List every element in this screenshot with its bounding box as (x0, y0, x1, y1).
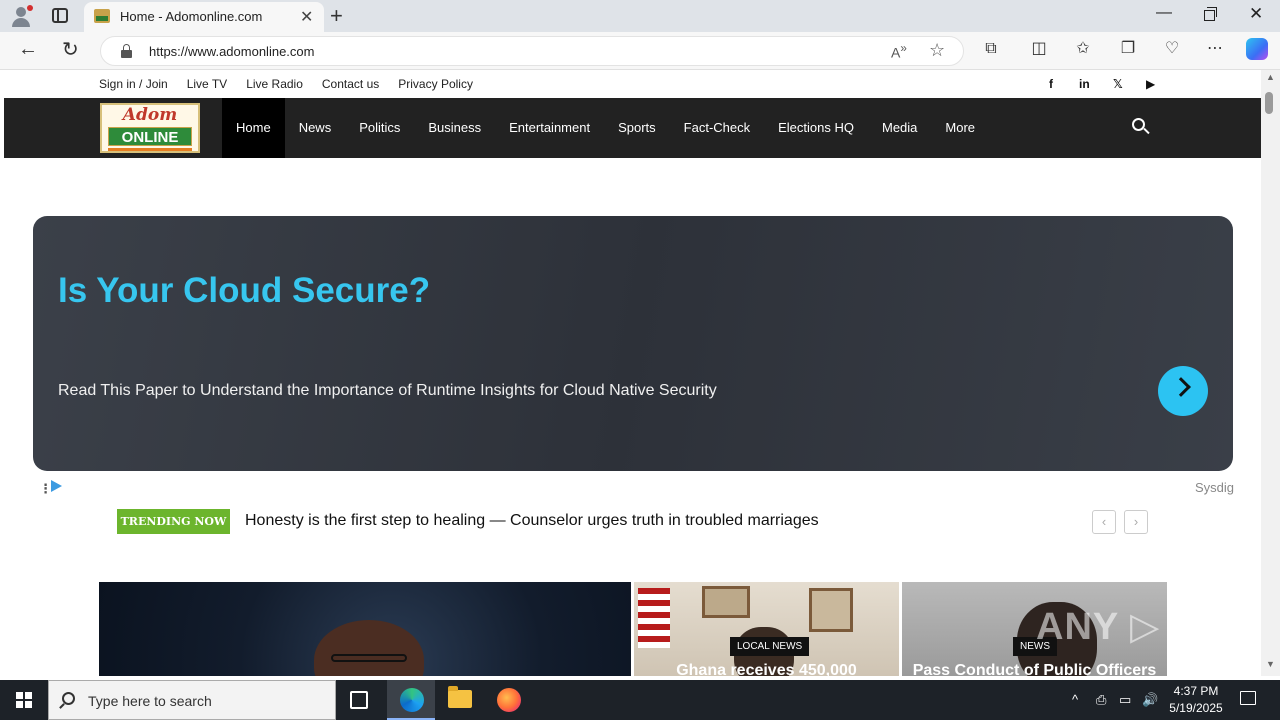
taskbar-clock[interactable]: 4:37 PM 5/19/2025 (1165, 683, 1227, 717)
trending-label: TRENDING NOW (117, 509, 230, 534)
site-logo[interactable]: Adom ONLINE (100, 103, 200, 153)
volume-icon[interactable]: 🔊 (1142, 692, 1158, 708)
edge-icon (400, 688, 424, 712)
ad-body: Read This Paper to Understand the Import… (58, 382, 717, 399)
address-toolbar: ← ↻ https://www.adomonline.com A» ☆ ⧉ ◫ … (0, 32, 1280, 70)
window-close-icon[interactable]: ✕ (1249, 4, 1263, 24)
main-navigation: Adom ONLINE Home News Politics Business … (4, 98, 1261, 158)
nav-item-news[interactable]: News (285, 98, 346, 158)
reload-icon[interactable]: ↻ (62, 37, 79, 62)
nav-item-fact-check[interactable]: Fact-Check (670, 98, 764, 158)
taskbar-search-placeholder: Type here to search (88, 693, 212, 709)
tab-title: Home - Adomonline.com (120, 9, 263, 24)
youtube-icon[interactable]: ▶ (1146, 77, 1155, 91)
search-icon[interactable] (1132, 118, 1152, 138)
trending-next-button[interactable]: › (1124, 510, 1148, 534)
site-top-bar: Sign in / Join Live TV Live Radio Contac… (4, 70, 1261, 98)
linkedin-icon[interactable]: in (1079, 77, 1090, 91)
ad-choices-icon[interactable] (51, 480, 62, 492)
trending-headline[interactable]: Honesty is the first step to healing — C… (245, 512, 819, 530)
x-icon[interactable]: 𝕏 (1113, 77, 1123, 91)
privacy-policy-link[interactable]: Privacy Policy (398, 77, 473, 91)
ad-title: Is Your Cloud Secure? (58, 271, 431, 310)
nav-items: Home News Politics Business Entertainmen… (222, 98, 989, 158)
network-icon[interactable]: ▭ (1119, 692, 1131, 708)
address-bar[interactable]: https://www.adomonline.com A» ☆ (100, 36, 964, 66)
read-aloud-icon[interactable]: A» (891, 42, 907, 61)
page-scrollbar[interactable]: ▲ ▼ (1261, 70, 1280, 676)
favorite-icon[interactable]: ☆ (929, 40, 945, 61)
trending-prev-button[interactable]: ‹ (1092, 510, 1116, 534)
taskbar: Type here to search ^ ⎙ ▭ 🔊 4:37 PM 5/19… (0, 680, 1280, 720)
category-badge[interactable]: LOCAL NEWS (730, 637, 810, 656)
browser-tab[interactable]: Home - Adomonline.com ✕ (84, 2, 324, 32)
restore-icon[interactable] (1204, 7, 1217, 21)
chevron-right-icon (1171, 377, 1191, 397)
minimize-icon[interactable]: — (1156, 4, 1172, 22)
contact-us-link[interactable]: Contact us (322, 77, 379, 91)
favorites-icon[interactable]: ✩ (1074, 40, 1092, 58)
browser-essentials-icon[interactable]: ♡ (1163, 40, 1181, 58)
close-icon[interactable]: ✕ (300, 7, 313, 27)
nav-item-entertainment[interactable]: Entertainment (495, 98, 604, 158)
featured-story-card[interactable] (99, 582, 631, 676)
story-image (314, 620, 424, 676)
url-text[interactable]: https://www.adomonline.com (149, 44, 314, 59)
nav-item-sports[interactable]: Sports (604, 98, 670, 158)
site-favicon-icon (94, 9, 110, 23)
lock-icon[interactable] (121, 44, 132, 58)
chevron-up-icon[interactable]: ^ (1072, 692, 1078, 707)
story-card[interactable]: LOCAL NEWS Ghana receives 450,000 (634, 582, 899, 676)
nav-item-politics[interactable]: Politics (345, 98, 414, 158)
extensions-icon[interactable]: ⧉ (982, 40, 1000, 58)
story-title[interactable]: Ghana receives 450,000 (634, 662, 899, 676)
nav-item-more[interactable]: More (931, 98, 989, 158)
browser-tab-bar: Home - Adomonline.com ✕ + — ✕ (0, 0, 1280, 32)
copilot-icon[interactable] (1246, 38, 1268, 60)
firefox-taskbar-button[interactable] (484, 680, 532, 720)
tab-actions-icon[interactable] (52, 8, 68, 23)
live-radio-link[interactable]: Live Radio (246, 77, 303, 91)
file-explorer-taskbar-button[interactable] (435, 680, 483, 720)
windows-start-icon[interactable] (16, 692, 32, 708)
logo-bottom-text: ONLINE (108, 127, 192, 146)
ad-banner[interactable]: Is Your Cloud Secure? Read This Paper to… (33, 216, 1233, 471)
clock-date: 5/19/2025 (1169, 701, 1223, 715)
scroll-up-icon[interactable]: ▲ (1266, 72, 1275, 82)
clock-time: 4:37 PM (1173, 684, 1219, 698)
taskbar-search[interactable]: Type here to search (48, 680, 336, 720)
nav-item-home[interactable]: Home (222, 98, 285, 158)
edge-taskbar-button[interactable] (387, 680, 435, 720)
facebook-icon[interactable]: f (1049, 77, 1053, 91)
split-screen-icon[interactable]: ◫ (1030, 40, 1048, 58)
nav-item-media[interactable]: Media (868, 98, 931, 158)
nav-item-business[interactable]: Business (414, 98, 495, 158)
collections-icon[interactable]: ❐ (1119, 40, 1137, 58)
task-view-icon[interactable] (350, 691, 368, 709)
ad-sponsor[interactable]: Sysdig (1195, 480, 1234, 495)
scroll-down-icon[interactable]: ▼ (1266, 659, 1275, 669)
top-links: Sign in / Join Live TV Live Radio Contac… (99, 77, 473, 91)
more-icon[interactable]: ⋯ (1206, 40, 1224, 58)
search-icon (62, 692, 75, 705)
profile-icon[interactable] (10, 5, 33, 27)
meet-now-icon[interactable]: ⎙ (1096, 692, 1106, 708)
logo-top-text: Adom (122, 105, 178, 125)
story-title[interactable]: Pass Conduct of Public Officers (902, 662, 1167, 676)
firefox-icon (497, 688, 521, 712)
ad-arrow-button[interactable] (1158, 366, 1208, 416)
scroll-thumb[interactable] (1265, 92, 1273, 114)
back-icon[interactable]: ← (18, 38, 38, 61)
live-tv-link[interactable]: Live TV (187, 77, 227, 91)
nav-item-elections-hq[interactable]: Elections HQ (764, 98, 868, 158)
web-page: Sign in / Join Live TV Live Radio Contac… (4, 70, 1261, 676)
anyrun-watermark: ANY ▷ RUN (1036, 606, 1258, 648)
sign-in-link[interactable]: Sign in / Join (99, 77, 168, 91)
new-tab-icon[interactable]: + (330, 3, 343, 29)
notifications-icon[interactable] (1240, 691, 1256, 705)
folder-icon (448, 686, 472, 708)
